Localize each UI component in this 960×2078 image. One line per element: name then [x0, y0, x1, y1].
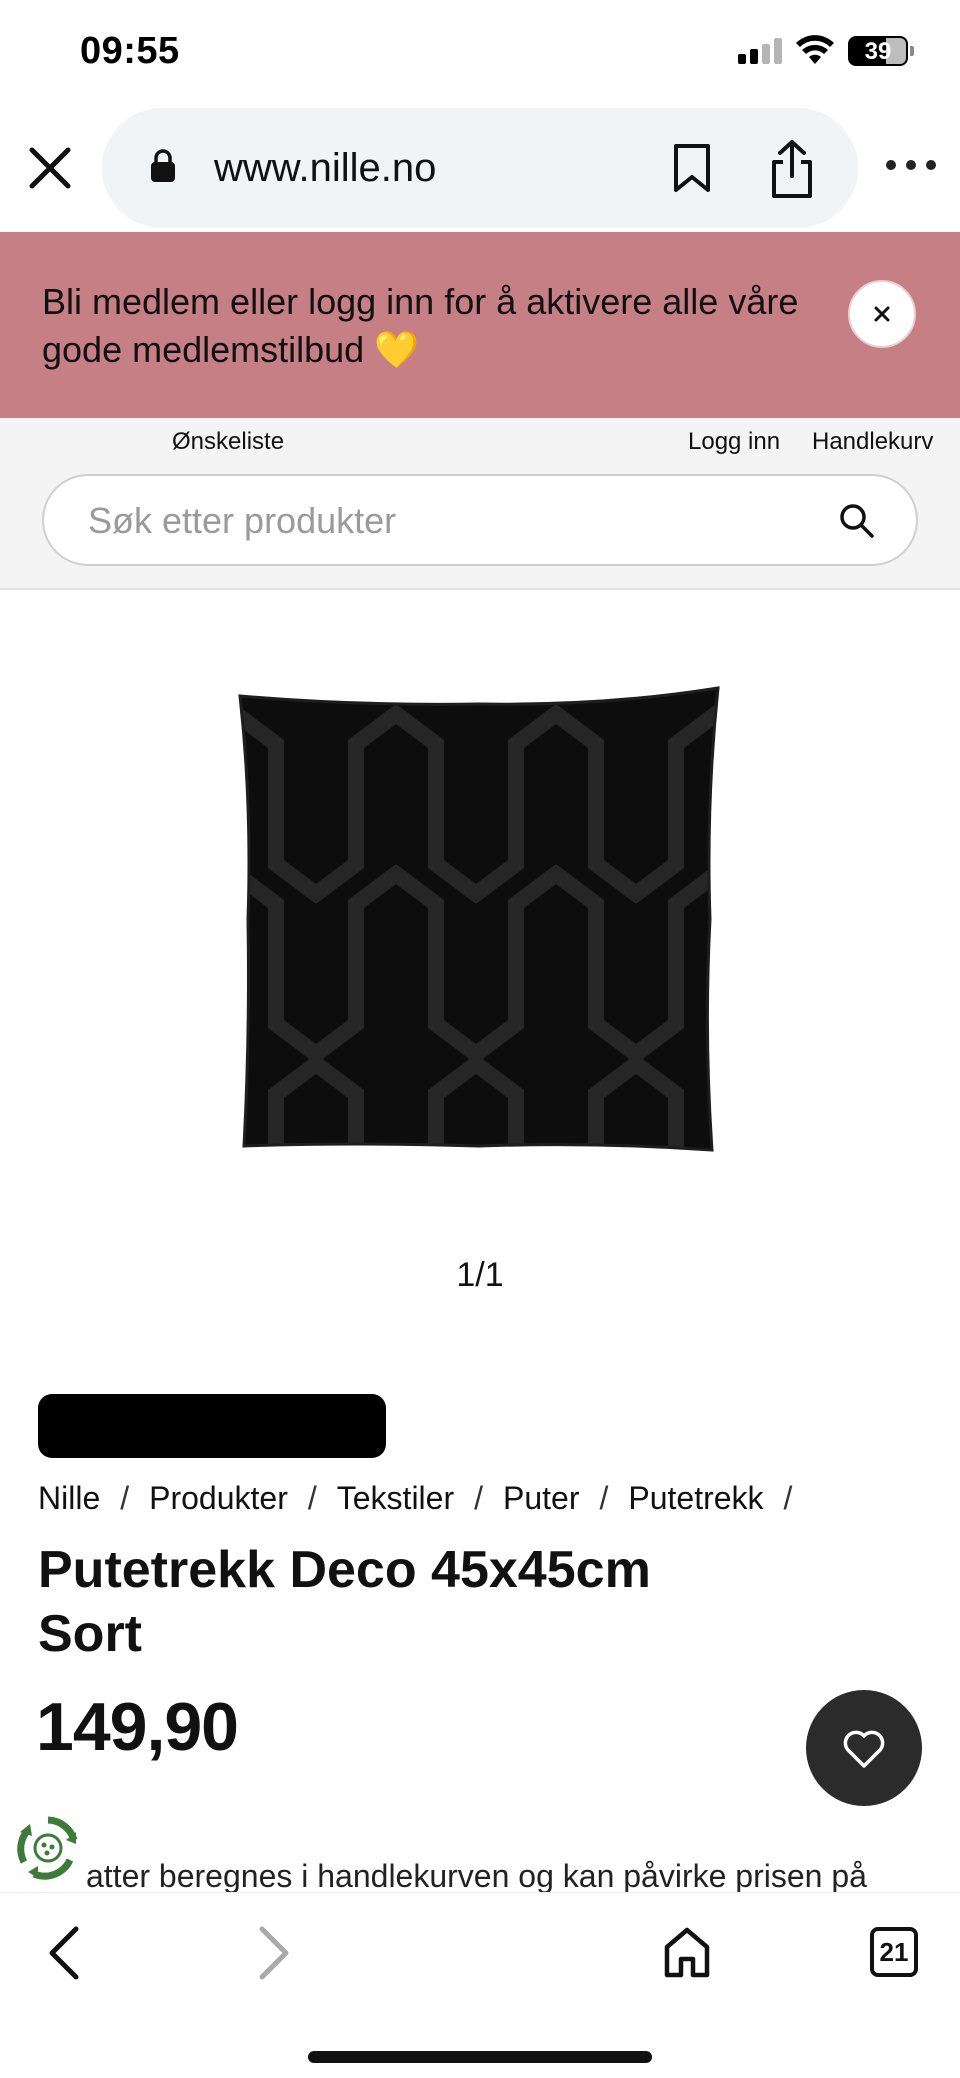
breadcrumb-item[interactable]: Tekstiler — [337, 1480, 454, 1517]
tabs-button[interactable]: 21 — [870, 1927, 918, 1977]
breadcrumb-separator: / — [783, 1480, 793, 1516]
product-price: 149,90 — [36, 1689, 239, 1765]
status-bar: 09:55 39 — [0, 0, 960, 100]
cart-link[interactable]: Handlekurv — [812, 428, 933, 456]
banner-text: Bli medlem eller logg inn for å aktivere… — [42, 281, 799, 370]
breadcrumb-item[interactable]: Puter — [503, 1480, 579, 1517]
battery-level: 39 — [864, 38, 892, 65]
share-icon[interactable] — [768, 138, 816, 200]
product-title: Putetrekk Deco 45x45cm Sort — [38, 1541, 651, 1663]
home-indicator[interactable] — [308, 2051, 652, 2063]
url-text[interactable]: www.nille.no — [214, 146, 436, 191]
signal-icon — [738, 38, 782, 64]
recycle-icon[interactable] — [14, 1814, 82, 1882]
lock-icon — [151, 149, 175, 182]
browser-bar: www.nille.no — [0, 100, 960, 232]
breadcrumb-separator: / — [599, 1480, 609, 1516]
heart-icon — [843, 1730, 885, 1768]
wifi-icon — [796, 35, 834, 64]
gallery-pager: 1/1 — [456, 1256, 504, 1294]
wishlist-button[interactable] — [806, 1690, 922, 1806]
bookmark-icon[interactable] — [670, 142, 714, 194]
status-time: 09:55 — [80, 30, 180, 72]
close-icon — [874, 306, 890, 322]
wishlist-link[interactable]: Ønskeliste — [172, 428, 284, 456]
breadcrumb-item[interactable]: Putetrekk — [628, 1480, 763, 1517]
home-icon[interactable] — [662, 1925, 712, 1979]
info-text: atter beregnes i handlekurven og kan påv… — [86, 1858, 867, 1894]
search-input[interactable] — [88, 496, 828, 546]
breadcrumb-separator: / — [120, 1480, 130, 1516]
search-box — [42, 474, 918, 566]
breadcrumb-separator: / — [307, 1480, 317, 1516]
search-icon[interactable] — [838, 502, 876, 540]
breadcrumb-item[interactable]: Produkter — [149, 1480, 288, 1517]
address-bar[interactable]: www.nille.no — [102, 108, 858, 228]
redacted-badge — [38, 1394, 386, 1458]
bottom-toolbar: 21 — [0, 1892, 960, 2078]
site-header: Ønskeliste Logg inn Handlekurv — [0, 418, 960, 590]
chevron-right-icon[interactable] — [250, 1923, 296, 1983]
battery-icon: 39 — [848, 36, 914, 66]
product-image[interactable] — [236, 684, 722, 1154]
member-banner: Bli medlem eller logg inn for å aktivere… — [0, 232, 960, 418]
more-icon[interactable] — [884, 158, 938, 174]
breadcrumb-item[interactable]: Nille — [38, 1480, 100, 1517]
breadcrumb-separator: / — [474, 1480, 483, 1516]
breadcrumb: Nille / Produkter / Tekstiler / Puter / Pute… — [38, 1480, 812, 1517]
close-icon[interactable] — [22, 140, 78, 196]
login-link[interactable]: Logg inn — [688, 428, 780, 456]
chevron-left-icon[interactable] — [42, 1923, 88, 1983]
banner-close-button[interactable] — [848, 280, 916, 348]
